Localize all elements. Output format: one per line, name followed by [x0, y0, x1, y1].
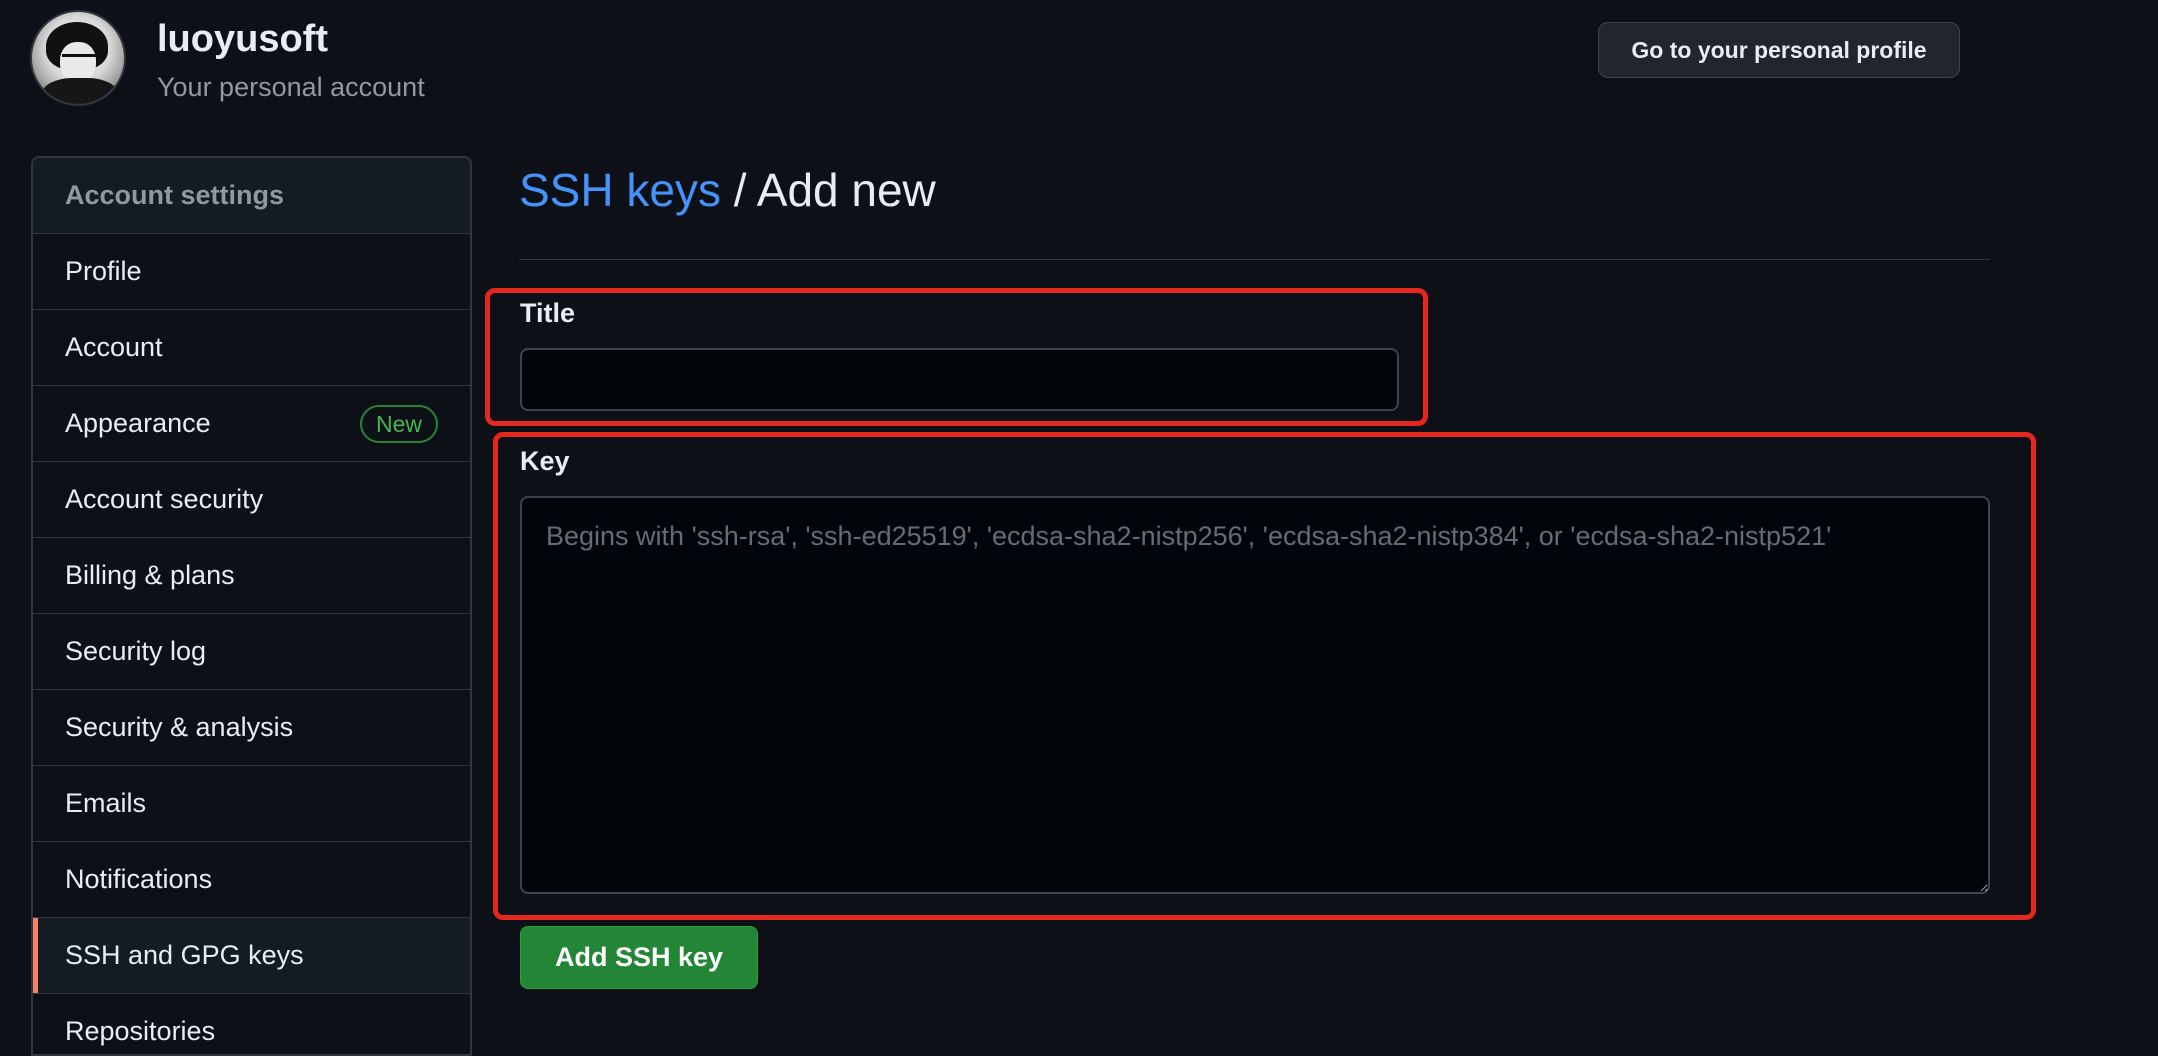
account-type-subtitle: Your personal account — [157, 72, 425, 102]
avatar-body — [42, 78, 118, 104]
sidebar-item-ssh-gpg-keys[interactable]: SSH and GPG keys — [33, 918, 470, 994]
breadcrumb-ssh-keys-link[interactable]: SSH keys — [519, 164, 721, 216]
sidebar-item-label: Notifications — [65, 864, 213, 894]
sidebar-item-label: Emails — [65, 788, 147, 818]
sidebar-item-label: Account security — [65, 484, 264, 514]
sidebar-item-appearance[interactable]: Appearance New — [33, 386, 470, 462]
sidebar-item-profile[interactable]: Profile — [33, 234, 470, 310]
sidebar-item-notifications[interactable]: Notifications — [33, 842, 470, 918]
go-to-profile-button[interactable]: Go to your personal profile — [1598, 22, 1960, 78]
sidebar-item-label: Security log — [65, 636, 207, 666]
sidebar-heading: Account settings — [33, 158, 470, 234]
sidebar-item-label: SSH and GPG keys — [65, 940, 304, 970]
sidebar-item-label: Appearance — [65, 408, 211, 438]
sidebar-item-label: Profile — [65, 256, 142, 286]
avatar[interactable] — [30, 10, 126, 106]
page-title: SSH keys / Add new — [519, 163, 936, 217]
title-input[interactable] — [520, 348, 1399, 411]
breadcrumb-separator: / — [720, 164, 757, 216]
sidebar-item-label: Account — [65, 332, 163, 362]
sidebar-item-repositories[interactable]: Repositories — [33, 994, 470, 1054]
sidebar-item-security-analysis[interactable]: Security & analysis — [33, 690, 470, 766]
add-ssh-key-button[interactable]: Add SSH key — [520, 926, 758, 989]
key-textarea[interactable] — [520, 496, 1990, 894]
title-label: Title — [520, 298, 576, 328]
username: luoyusoft — [157, 18, 328, 60]
key-label: Key — [520, 446, 570, 476]
sidebar-item-account[interactable]: Account — [33, 310, 470, 386]
breadcrumb-current: Add new — [756, 164, 936, 216]
sidebar-item-label: Security & analysis — [65, 712, 294, 742]
sidebar-item-billing[interactable]: Billing & plans — [33, 538, 470, 614]
sidebar-item-emails[interactable]: Emails — [33, 766, 470, 842]
avatar-glasses — [62, 54, 96, 62]
settings-sidebar: Account settings Profile Account Appeara… — [31, 156, 472, 1056]
sidebar-item-label: Repositories — [65, 1016, 216, 1046]
heading-divider — [519, 259, 1990, 260]
sidebar-item-label: Billing & plans — [65, 560, 235, 590]
sidebar-item-account-security[interactable]: Account security — [33, 462, 470, 538]
avatar-face — [60, 42, 96, 82]
sidebar-item-security-log[interactable]: Security log — [33, 614, 470, 690]
new-badge: New — [359, 404, 438, 443]
